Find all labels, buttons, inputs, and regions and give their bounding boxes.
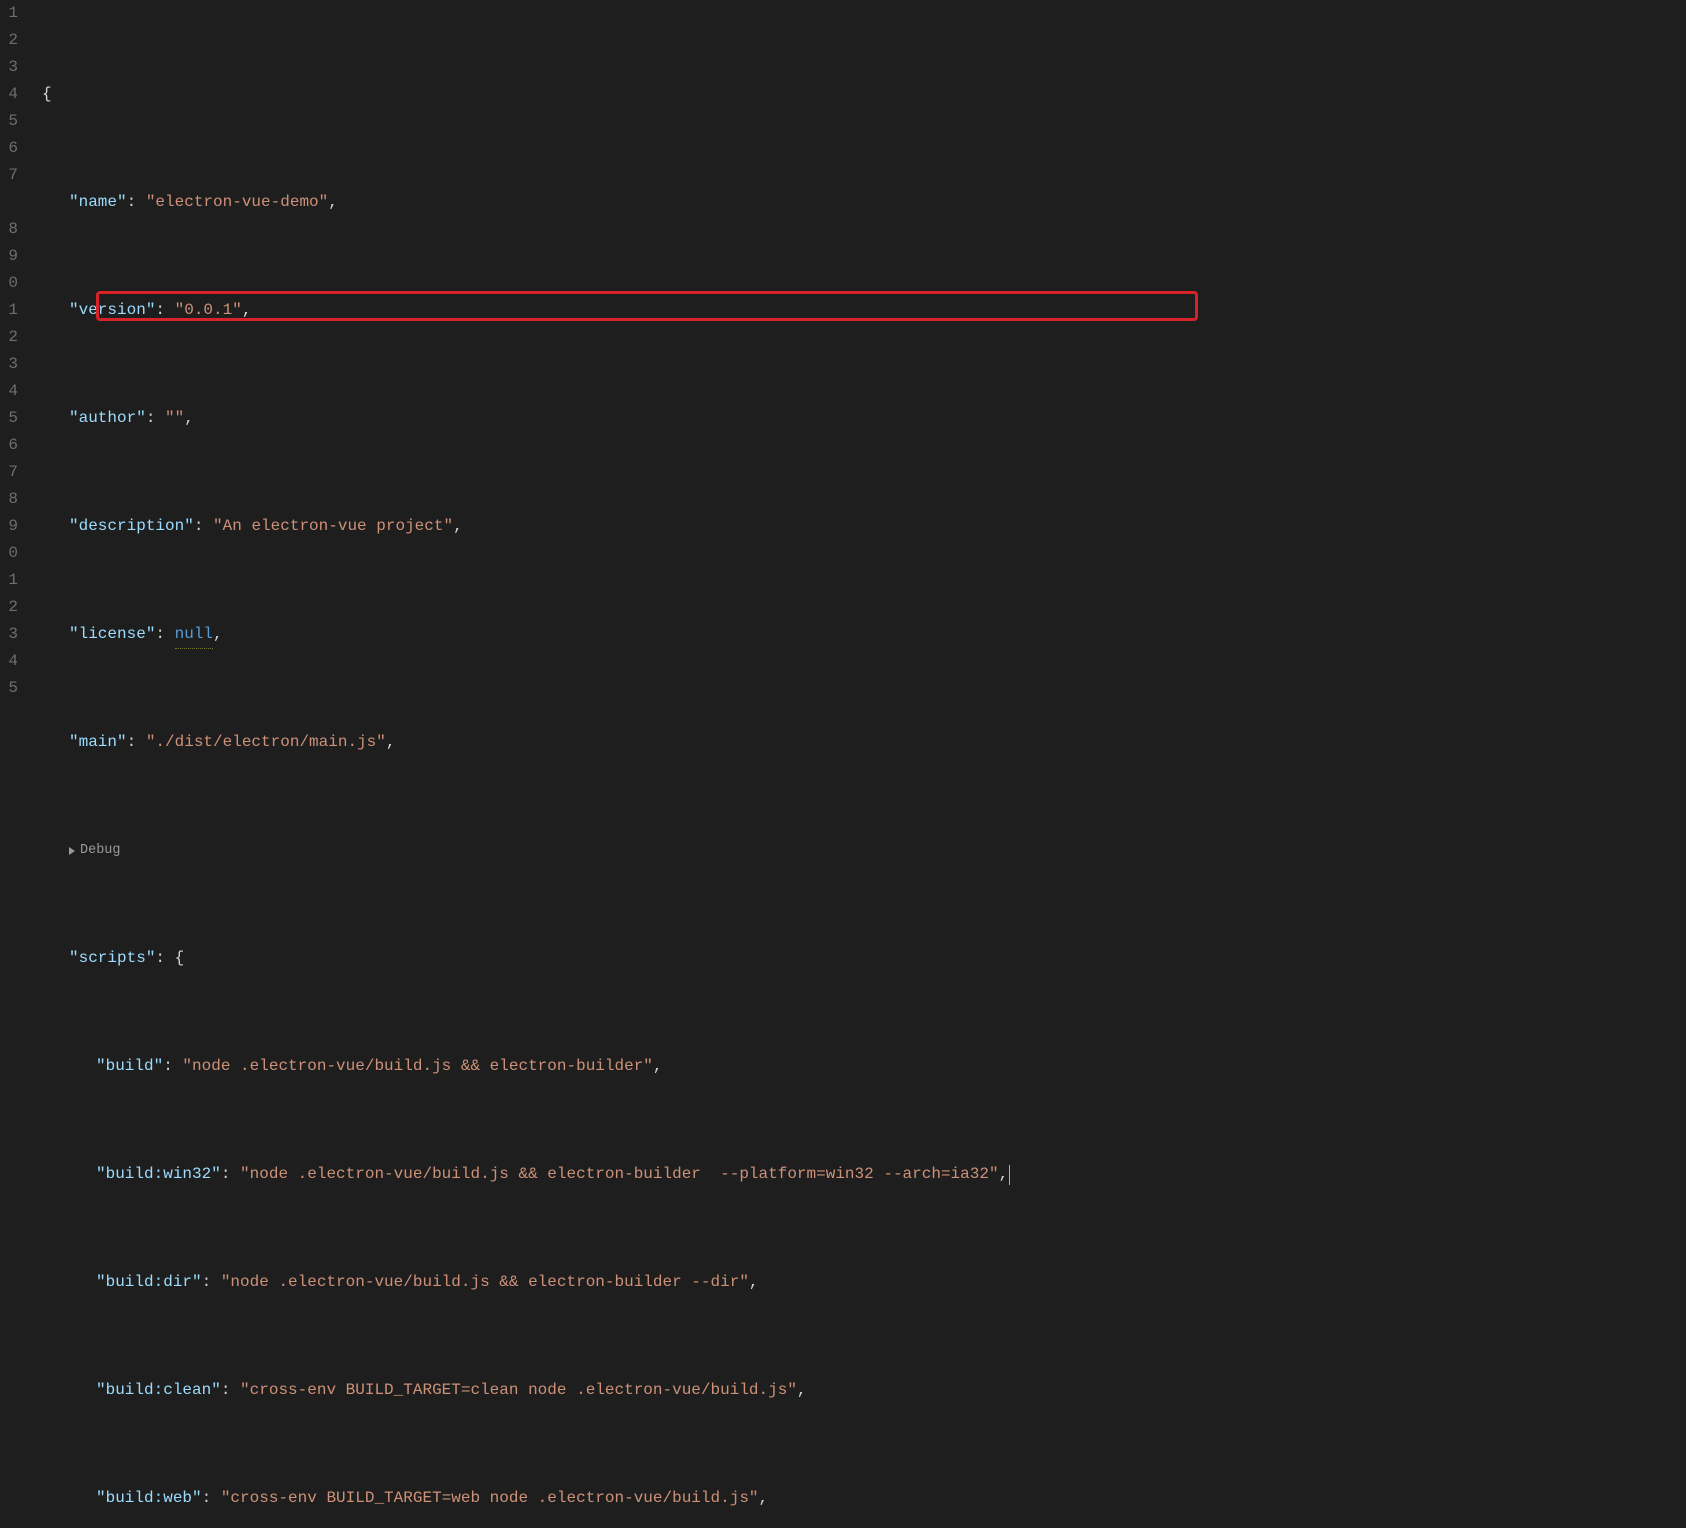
json-value: "An electron-vue project" xyxy=(213,513,453,540)
brace-open: { xyxy=(175,945,185,972)
code-line[interactable]: "license": null, xyxy=(24,621,1686,648)
line-number: 4 xyxy=(0,648,18,675)
code-line[interactable]: "version": "0.0.1", xyxy=(24,297,1686,324)
json-value: "node .electron-vue/build.js && electron… xyxy=(240,1161,999,1188)
codelens-label: Debug xyxy=(80,837,121,864)
line-number: 1 xyxy=(0,297,18,324)
line-number: 5 xyxy=(0,108,18,135)
line-number: 6 xyxy=(0,432,18,459)
code-line[interactable]: "build:dir": "node .electron-vue/build.j… xyxy=(24,1269,1686,1296)
json-key: "scripts" xyxy=(69,945,155,972)
brace-open: { xyxy=(42,81,52,108)
json-value: "cross-env BUILD_TARGET=web node .electr… xyxy=(221,1485,759,1512)
json-value: "cross-env BUILD_TARGET=clean node .elec… xyxy=(240,1377,797,1404)
json-key: "description" xyxy=(69,513,194,540)
code-line[interactable]: "name": "electron-vue-demo", xyxy=(24,189,1686,216)
line-number: 1 xyxy=(0,567,18,594)
line-number: 2 xyxy=(0,594,18,621)
line-number: 4 xyxy=(0,378,18,405)
line-number: 4 xyxy=(0,81,18,108)
json-key: "build:clean" xyxy=(96,1377,221,1404)
line-number: 3 xyxy=(0,621,18,648)
line-number: 5 xyxy=(0,405,18,432)
line-number: 7 xyxy=(0,459,18,486)
json-key: "version" xyxy=(69,297,155,324)
code-line[interactable]: { xyxy=(24,81,1686,108)
code-line[interactable]: "build": "node .electron-vue/build.js &&… xyxy=(24,1053,1686,1080)
code-line[interactable]: "build:clean": "cross-env BUILD_TARGET=c… xyxy=(24,1377,1686,1404)
line-number: 2 xyxy=(0,27,18,54)
line-number: 8 xyxy=(0,216,18,243)
json-key: "name" xyxy=(69,189,127,216)
line-number: 0 xyxy=(0,540,18,567)
json-value: "0.0.1" xyxy=(175,297,242,324)
json-key: "build:dir" xyxy=(96,1269,202,1296)
json-key: "build" xyxy=(96,1053,163,1080)
line-number: 7 xyxy=(0,162,18,189)
line-number: 8 xyxy=(0,486,18,513)
codelens-debug[interactable]: Debug xyxy=(24,837,1686,864)
json-value: "" xyxy=(165,405,184,432)
json-key: "author" xyxy=(69,405,146,432)
code-area[interactable]: { "name": "electron-vue-demo", "version"… xyxy=(24,0,1686,764)
json-value: "node .electron-vue/build.js && electron… xyxy=(221,1269,749,1296)
code-line-highlighted[interactable]: "build:win32": "node .electron-vue/build… xyxy=(24,1161,1686,1188)
json-value: "node .electron-vue/build.js && electron… xyxy=(182,1053,652,1080)
json-key: "license" xyxy=(69,621,155,648)
json-key: "build:web" xyxy=(96,1485,202,1512)
line-number: 0 xyxy=(0,270,18,297)
json-null: null xyxy=(175,621,213,649)
play-icon xyxy=(69,847,75,855)
code-editor[interactable]: 1234567890123456789012345 { "name": "ele… xyxy=(0,0,1686,764)
line-number: 9 xyxy=(0,243,18,270)
line-number-gutter: 1234567890123456789012345 xyxy=(0,0,24,764)
text-cursor xyxy=(1009,1165,1010,1185)
json-value: "electron-vue-demo" xyxy=(146,189,328,216)
code-line[interactable]: "scripts": { xyxy=(24,945,1686,972)
code-line[interactable]: "build:web": "cross-env BUILD_TARGET=web… xyxy=(24,1485,1686,1512)
json-value: "./dist/electron/main.js" xyxy=(146,729,386,756)
line-number: 9 xyxy=(0,513,18,540)
line-number: 3 xyxy=(0,351,18,378)
code-line[interactable]: "author": "", xyxy=(24,405,1686,432)
line-number: 6 xyxy=(0,135,18,162)
line-number: 1 xyxy=(0,0,18,27)
code-line[interactable]: "main": "./dist/electron/main.js", xyxy=(24,729,1686,756)
code-line[interactable]: "description": "An electron-vue project"… xyxy=(24,513,1686,540)
json-key: "main" xyxy=(69,729,127,756)
line-number xyxy=(0,189,18,216)
line-number: 3 xyxy=(0,54,18,81)
line-number: 2 xyxy=(0,324,18,351)
json-key: "build:win32" xyxy=(96,1161,221,1188)
line-number: 5 xyxy=(0,675,18,702)
